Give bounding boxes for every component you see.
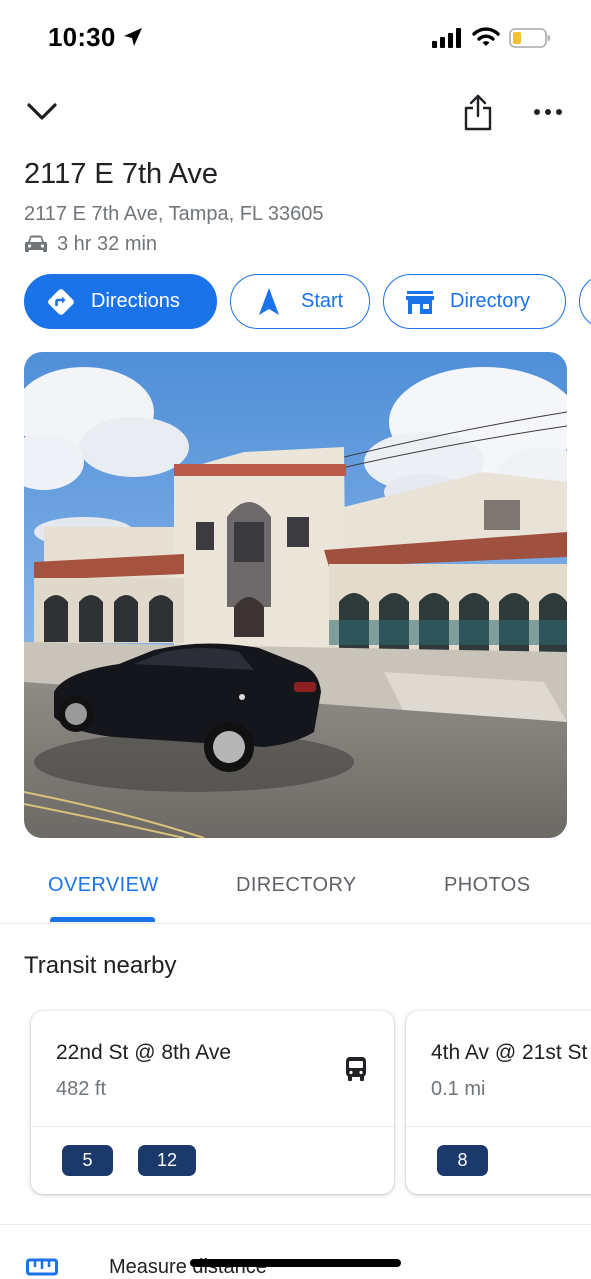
place-tabs: OVERVIEW DIRECTORY PHOTOS xyxy=(0,860,591,924)
directions-label: Directions xyxy=(91,290,180,312)
ruler-icon xyxy=(26,1258,58,1276)
share-icon[interactable] xyxy=(462,94,494,132)
status-bar: 10:30 xyxy=(0,0,591,80)
home-indicator xyxy=(190,1259,401,1267)
route-badge[interactable]: 12 xyxy=(138,1145,196,1176)
place-address: 2117 E 7th Ave, Tampa, FL 33605 xyxy=(24,203,324,225)
tab-photos[interactable]: PHOTOS xyxy=(444,874,531,897)
action-chips: Directions Start Directory xyxy=(24,274,591,330)
card-divider xyxy=(406,1126,591,1127)
section-divider xyxy=(0,1224,591,1225)
transit-card[interactable]: 4th Av @ 21st St 0.1 mi 8 xyxy=(406,1011,591,1194)
street-view-photo xyxy=(24,352,567,838)
transit-section-title: Transit nearby xyxy=(24,952,177,979)
tab-directory[interactable]: DIRECTORY xyxy=(236,874,357,897)
more-actions-chip[interactable] xyxy=(579,274,591,329)
route-badge[interactable]: 8 xyxy=(437,1145,488,1176)
drive-time-row: 3 hr 32 min xyxy=(24,231,157,257)
transit-stop-distance: 0.1 mi xyxy=(431,1078,486,1100)
battery-low-icon xyxy=(509,28,550,48)
street-view-image[interactable] xyxy=(24,352,567,838)
transit-cards[interactable]: 22nd St @ 8th Ave 482 ft 5 12 4th Av @ 2… xyxy=(0,1008,591,1198)
start-button[interactable]: Start xyxy=(230,274,370,329)
location-arrow-icon xyxy=(124,28,142,46)
tab-overview[interactable]: OVERVIEW xyxy=(48,874,159,897)
transit-card[interactable]: 22nd St @ 8th Ave 482 ft 5 12 xyxy=(31,1011,394,1194)
storefront-icon xyxy=(406,290,434,314)
chevron-down-icon[interactable] xyxy=(26,100,58,124)
place-title: 2117 E 7th Ave xyxy=(24,158,219,190)
card-divider xyxy=(31,1126,394,1127)
more-options-icon[interactable] xyxy=(533,104,563,120)
directory-button[interactable]: Directory xyxy=(383,274,566,329)
transit-stop-name: 22nd St @ 8th Ave xyxy=(56,1041,232,1064)
directory-label: Directory xyxy=(450,290,531,312)
bus-icon xyxy=(346,1057,366,1081)
status-time: 10:30 xyxy=(48,22,116,52)
directions-button[interactable]: Directions xyxy=(24,274,217,329)
active-tab-indicator xyxy=(50,917,155,922)
start-label: Start xyxy=(301,290,344,312)
directions-diamond-icon xyxy=(48,288,74,315)
car-icon xyxy=(25,235,47,252)
route-badge[interactable]: 5 xyxy=(62,1145,113,1176)
transit-stop-distance: 482 ft xyxy=(56,1078,107,1100)
transit-stop-name: 4th Av @ 21st St xyxy=(431,1041,588,1064)
drive-time: 3 hr 32 min xyxy=(57,232,158,255)
wifi-icon xyxy=(472,27,500,46)
cellular-signal-icon xyxy=(432,28,461,48)
navigation-arrow-icon xyxy=(259,287,279,315)
